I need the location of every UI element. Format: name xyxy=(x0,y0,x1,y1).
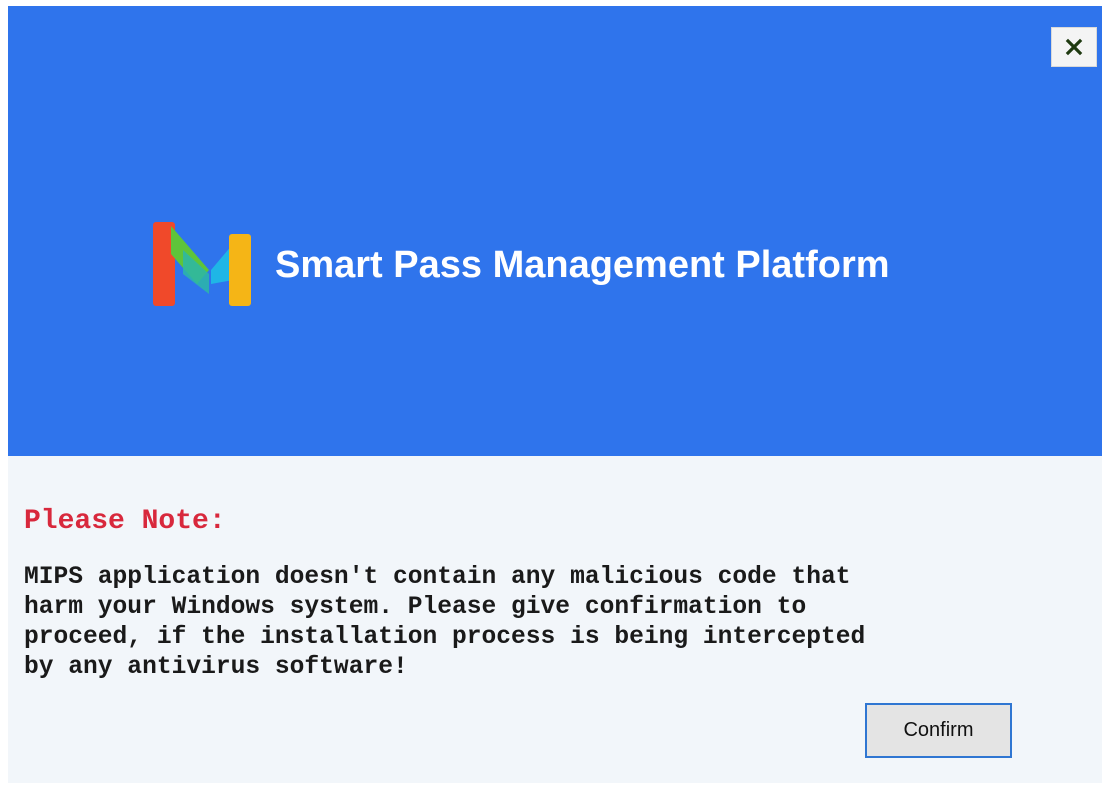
notice-panel: Please Note: MIPS application doesn't co… xyxy=(8,456,1102,783)
mips-logo-icon xyxy=(153,222,251,306)
brand: Smart Pass Management Platform xyxy=(153,220,890,310)
notice-heading: Please Note: xyxy=(24,506,226,537)
notice-line: by any antivirus software! xyxy=(24,654,408,681)
notice-line: MIPS application doesn't contain any mal… xyxy=(24,564,851,591)
notice-line: proceed, if the installation process is … xyxy=(24,624,866,651)
close-button[interactable] xyxy=(1051,27,1097,67)
close-icon xyxy=(1065,38,1083,56)
header-banner: Smart Pass Management Platform xyxy=(8,6,1102,456)
installer-dialog: Smart Pass Management Platform Please No… xyxy=(8,6,1102,783)
app-title: Smart Pass Management Platform xyxy=(275,243,890,286)
confirm-button[interactable]: Confirm xyxy=(865,703,1012,758)
notice-line: harm your Windows system. Please give co… xyxy=(24,594,807,621)
notice-message: MIPS application doesn't contain any mal… xyxy=(24,563,1084,683)
